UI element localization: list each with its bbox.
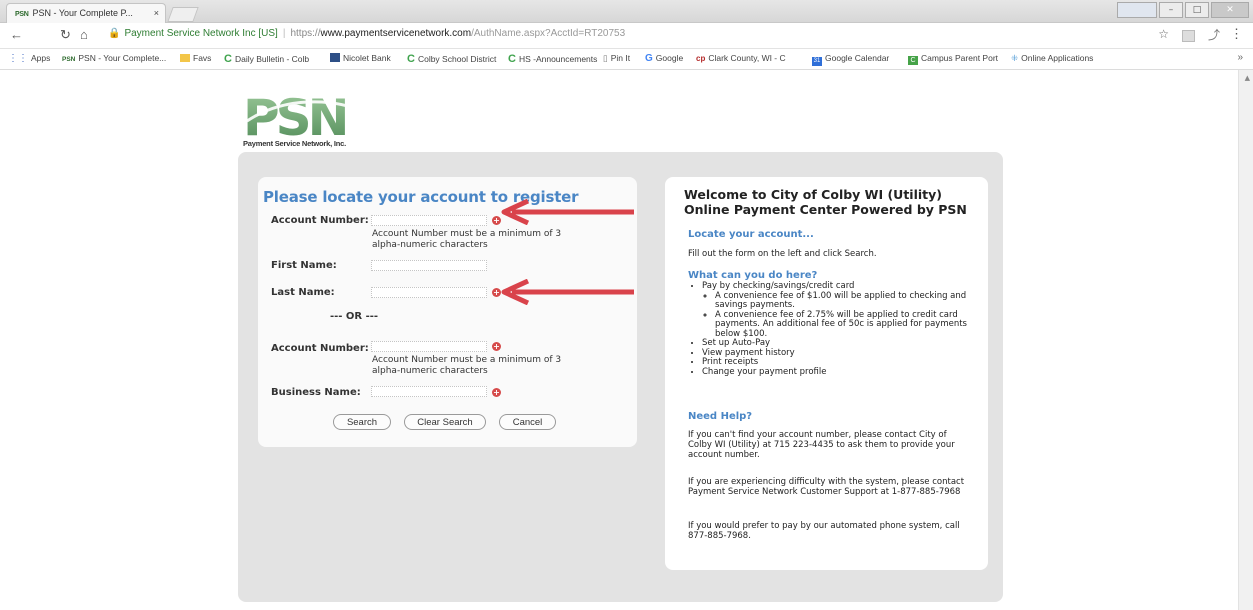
bookmark-campus-parent[interactable]: C Campus Parent Port: [908, 53, 998, 65]
bookmarks-more-icon[interactable]: »: [1237, 52, 1243, 63]
extension-icon[interactable]: [1182, 30, 1195, 42]
fee-item-2: A convenience fee of 2.75% will be appli…: [715, 309, 967, 339]
logo-subtitle: Payment Service Network, Inc.: [243, 139, 346, 148]
psn-favicon-icon: PSN: [15, 11, 29, 18]
folder-icon: [180, 54, 190, 62]
bookmark-google-calendar[interactable]: 31 Google Calendar: [812, 53, 889, 66]
list-item: A convenience fee of 2.75% will be appli…: [715, 309, 987, 340]
required-icon: +: [492, 388, 501, 397]
account-number-label: Account Number:: [271, 215, 369, 226]
tab-title: PSN - Your Complete P...: [32, 8, 133, 18]
psn-logo-icon: PSN: [243, 91, 368, 141]
bookmark-psn[interactable]: PSN PSN - Your Complete...: [62, 53, 166, 63]
list-item: A convenience fee of $1.00 will be appli…: [715, 290, 987, 311]
user-button[interactable]: [1117, 2, 1157, 18]
first-name-label: First Name:: [271, 260, 337, 271]
business-name-input[interactable]: [371, 386, 487, 397]
close-window-button[interactable]: ✕: [1211, 2, 1249, 18]
help-heading: Need Help?: [688, 411, 753, 422]
annotation-arrow-icon: [501, 199, 634, 225]
calendar-icon: 31: [812, 57, 822, 66]
pay-item: Pay by checking/savings/credit card: [702, 281, 855, 291]
bank-icon: [330, 53, 340, 62]
back-icon[interactable]: ←: [10, 27, 23, 42]
lock-icon: 🔒: [108, 28, 121, 39]
search-button[interactable]: Search: [333, 414, 391, 430]
page-icon: ▯: [603, 53, 608, 63]
c-icon: C: [224, 53, 232, 65]
account-number-2-input[interactable]: [371, 341, 487, 352]
account-number-2-hint-line2: alpha-numeric characters: [372, 366, 488, 376]
bookmark-favs[interactable]: Favs: [180, 53, 211, 63]
info-title: Welcome to City of Colby WI (Utility) On…: [684, 187, 967, 217]
list-item: Change your payment profile: [702, 367, 987, 378]
new-tab-button[interactable]: [167, 7, 199, 22]
account-number-hint-line1: Account Number must be a minimum of 3: [372, 229, 562, 239]
account-number-input[interactable]: [371, 215, 487, 226]
bookmark-apps[interactable]: ⋮⋮ Apps: [8, 53, 50, 64]
menu-icon[interactable]: ⋮: [1230, 26, 1243, 42]
last-name-label: Last Name:: [271, 287, 335, 298]
bookmark-daily-bulletin[interactable]: C Daily Bulletin - Colb: [224, 53, 309, 65]
actions-list: Pay by checking/savings/credit card A co…: [690, 281, 987, 378]
psn-logo: PSN Payment Service Network, Inc.: [243, 91, 373, 151]
campus-icon: C: [908, 56, 918, 65]
vertical-scrollbar[interactable]: [1238, 70, 1253, 610]
clark-icon: cp: [696, 54, 706, 63]
tab-close-icon[interactable]: ×: [154, 4, 159, 23]
bookmark-online-applications[interactable]: ⁜ Online Applications: [1011, 53, 1093, 64]
browser-title-bar: PSN PSN - Your Complete P... × – □ ✕: [0, 0, 1253, 23]
url-path: /AuthName.aspx?AcctId=RT20753: [471, 28, 626, 39]
account-number-2-hint-line1: Account Number must be a minimum of 3: [372, 355, 562, 365]
business-name-label: Business Name:: [271, 387, 361, 398]
bookmark-nicolet-bank[interactable]: Nicolet Bank: [330, 53, 391, 63]
last-name-input[interactable]: [371, 287, 487, 298]
annotation-arrow-icon: [501, 279, 634, 305]
url-scheme: https://: [290, 28, 321, 39]
google-icon: G: [645, 53, 653, 64]
locate-text: Fill out the form on the left and click …: [688, 249, 877, 259]
maximize-button[interactable]: □: [1185, 2, 1209, 18]
secure-label: Payment Service Network Inc [US]: [124, 28, 278, 39]
help-paragraph-2: If you are experiencing difficulty with …: [688, 477, 965, 497]
locate-heading: Locate your account...: [688, 229, 814, 240]
first-name-input[interactable]: [371, 260, 487, 271]
minimize-button[interactable]: –: [1159, 2, 1183, 18]
required-icon: +: [492, 342, 501, 351]
home-icon[interactable]: ⌂: [80, 27, 88, 42]
or-separator: --- OR ---: [330, 311, 379, 322]
cancel-button[interactable]: Cancel: [499, 414, 556, 430]
list-item: Pay by checking/savings/credit card A co…: [702, 281, 987, 340]
bookmark-hs-announcements[interactable]: C HS -Announcements: [508, 53, 597, 65]
scroll-up-icon[interactable]: ▲: [1245, 74, 1250, 82]
bookmark-clark-county[interactable]: cp Clark County, WI - C: [696, 53, 786, 63]
address-toolbar: ← ↻ ⌂ 🔒 Payment Service Network Inc [US] |…: [0, 23, 1253, 49]
clear-search-button[interactable]: Clear Search: [404, 414, 486, 430]
info-title-line1: Welcome to City of Colby WI (Utility): [684, 187, 942, 202]
account-number-2-label: Account Number:: [271, 343, 369, 354]
bookmark-star-icon[interactable]: ☆: [1158, 27, 1169, 41]
bookmarks-bar: ⋮⋮ Apps PSN PSN - Your Complete... Favs CD…: [0, 49, 1253, 70]
window-controls: – □ ✕: [1117, 2, 1249, 18]
bookmark-pin-it[interactable]: ▯ Pin It: [603, 53, 630, 64]
info-title-line2: Online Payment Center Powered by PSN: [684, 202, 967, 217]
fee-item-1: A convenience fee of $1.00 will be appli…: [715, 290, 967, 310]
help-paragraph-1: If you can't find your account number, p…: [688, 430, 955, 460]
apps-icon: ⋮⋮: [8, 53, 28, 64]
app-icon: ⁜: [1011, 53, 1019, 63]
c-icon: C: [508, 53, 516, 65]
bookmark-colby-school[interactable]: C Colby School District: [407, 53, 496, 65]
bookmark-google[interactable]: G Google: [645, 53, 683, 64]
address-bar[interactable]: 🔒 Payment Service Network Inc [US] | https:…: [108, 28, 625, 39]
url-host: www.paymentservicenetwork.com: [320, 28, 472, 39]
what-heading: What can you do here?: [688, 270, 818, 281]
extension-arrow-icon[interactable]: ⤴: [1208, 26, 1220, 43]
psn-icon: PSN: [62, 56, 76, 63]
account-number-hint-line2: alpha-numeric characters: [372, 240, 488, 250]
browser-tab[interactable]: PSN PSN - Your Complete P... ×: [6, 3, 166, 23]
c-icon: C: [407, 53, 415, 65]
help-paragraph-3: If you would prefer to pay by our automa…: [688, 521, 960, 541]
reload-icon[interactable]: ↻: [60, 27, 71, 43]
